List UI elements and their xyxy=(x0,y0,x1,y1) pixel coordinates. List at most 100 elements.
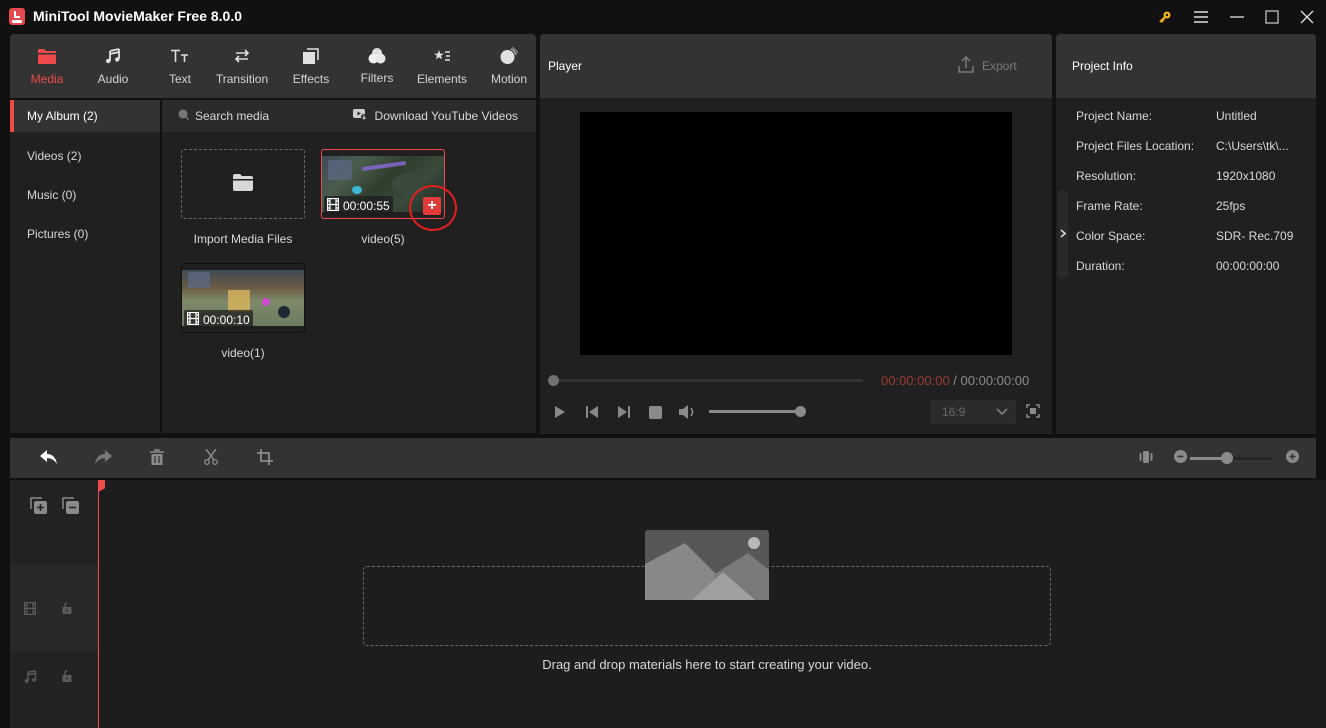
toolbar-tabs: Media Audio Text Transition Effects Filt… xyxy=(10,34,536,98)
import-media-button[interactable] xyxy=(181,149,305,219)
chevron-down-icon xyxy=(996,405,1008,419)
crop-icon xyxy=(257,448,273,468)
key-icon[interactable] xyxy=(1150,4,1180,30)
project-info-header: Project Info xyxy=(1056,34,1316,98)
zoom-slider-handle[interactable] xyxy=(1221,452,1233,464)
trash-icon xyxy=(150,448,164,468)
fit-timeline-button[interactable] xyxy=(1136,449,1156,467)
redo-button[interactable] xyxy=(93,449,113,467)
media-header: Search media Download YouTube Videos xyxy=(162,100,536,132)
tab-effects[interactable]: Effects xyxy=(288,34,334,98)
close-icon[interactable] xyxy=(1292,4,1322,30)
duration-badge: 00:00:10 xyxy=(184,310,253,330)
image-placeholder-icon xyxy=(645,530,769,600)
undo-button[interactable] xyxy=(39,449,59,467)
tab-media[interactable]: Media xyxy=(24,34,70,98)
media-item-name: video(5) xyxy=(361,232,405,246)
tab-filters[interactable]: Filters xyxy=(354,34,400,98)
stop-button[interactable] xyxy=(645,404,665,420)
lock-icon[interactable] xyxy=(62,670,72,685)
duration-badge: 00:00:55 xyxy=(324,196,393,216)
split-button[interactable] xyxy=(201,448,221,467)
volume-icon[interactable] xyxy=(677,404,697,420)
menu-icon[interactable] xyxy=(1186,4,1216,30)
lock-icon[interactable] xyxy=(62,602,72,617)
minimize-icon[interactable] xyxy=(1222,4,1252,30)
export-button[interactable]: Export xyxy=(958,55,1017,76)
search-input[interactable]: Search media xyxy=(178,109,269,123)
previous-frame-button[interactable] xyxy=(582,404,602,420)
aspect-ratio-select[interactable]: 16:9 xyxy=(930,400,1016,424)
maximize-icon[interactable] xyxy=(1257,4,1287,30)
player-header: Player Export xyxy=(540,34,1052,98)
project-info-title: Project Info xyxy=(1072,59,1133,73)
film-icon xyxy=(326,197,340,214)
app-logo-icon xyxy=(9,8,25,25)
zoom-out-button[interactable] xyxy=(1170,449,1190,467)
timeline-toolbar xyxy=(10,438,1316,478)
music-icon xyxy=(105,47,121,65)
highlight-circle-annotation xyxy=(409,185,457,231)
sidebar-item-videos[interactable]: Videos (2) xyxy=(10,140,160,172)
project-info-panel: Project Info Project Name: Untitled Proje… xyxy=(1056,34,1316,434)
transition-icon xyxy=(234,47,250,65)
export-icon xyxy=(958,55,974,76)
fullscreen-icon[interactable] xyxy=(1026,404,1042,420)
delete-button[interactable] xyxy=(147,448,167,468)
next-frame-button[interactable] xyxy=(614,404,634,420)
media-category-sidebar: My Album (2) Videos (2) Music (0) Pictur… xyxy=(10,100,160,433)
filters-icon xyxy=(368,47,386,65)
effects-icon xyxy=(303,47,319,65)
drop-hint-text: Drag and drop materials here to start cr… xyxy=(542,657,872,672)
player-panel: Player Export 00:00:00:00 / 00:00:00:00 … xyxy=(540,34,1052,434)
video-preview-screen[interactable] xyxy=(580,112,1012,355)
folder-icon xyxy=(233,174,253,194)
remove-track-icon xyxy=(62,497,79,517)
search-icon xyxy=(178,109,190,123)
player-title: Player xyxy=(548,59,583,73)
track-headers xyxy=(10,480,98,728)
volume-handle[interactable] xyxy=(795,406,806,417)
redo-icon xyxy=(94,449,112,467)
total-time: 00:00:00:00 xyxy=(960,373,1030,388)
youtube-download-icon xyxy=(352,109,367,123)
remove-track-button[interactable] xyxy=(62,497,79,517)
add-track-button[interactable] xyxy=(30,497,47,517)
crop-button[interactable] xyxy=(255,448,275,468)
fit-icon xyxy=(1139,450,1153,466)
sidebar-item-pictures[interactable]: Pictures (0) xyxy=(10,218,160,250)
title-bar: MiniTool MovieMaker Free 8.0.0 xyxy=(0,0,1326,34)
folder-icon xyxy=(38,47,56,65)
seek-handle[interactable] xyxy=(548,375,559,386)
zoom-out-icon xyxy=(1173,450,1187,466)
media-library: Search media Download YouTube Videos Imp… xyxy=(162,100,536,433)
tab-transition[interactable]: Transition xyxy=(212,34,272,98)
text-icon xyxy=(170,47,190,65)
add-track-icon xyxy=(30,497,47,517)
chevron-right-icon xyxy=(1060,227,1067,241)
playhead[interactable] xyxy=(98,480,99,728)
volume-slider[interactable] xyxy=(709,410,801,413)
tab-audio[interactable]: Audio xyxy=(90,34,136,98)
tab-elements[interactable]: Elements xyxy=(414,34,470,98)
play-button[interactable] xyxy=(550,404,570,420)
motion-icon xyxy=(500,47,518,65)
elements-icon xyxy=(434,47,450,65)
film-icon xyxy=(23,601,37,618)
zoom-in-button[interactable] xyxy=(1282,449,1302,467)
sidebar-item-music[interactable]: Music (0) xyxy=(10,179,160,211)
sidebar-item-my-album[interactable]: My Album (2) xyxy=(10,100,160,132)
undo-icon xyxy=(40,449,58,467)
media-item-video1[interactable]: 00:00:10 xyxy=(181,263,305,333)
seek-bar[interactable] xyxy=(553,379,863,382)
collapse-panel-handle[interactable] xyxy=(1058,190,1068,278)
zoom-in-icon xyxy=(1285,450,1299,466)
media-item-name: video(1) xyxy=(221,346,265,360)
music-icon xyxy=(24,670,37,686)
import-media-label: Import Media Files xyxy=(193,232,293,246)
audio-track-header xyxy=(10,652,98,720)
download-youtube-button[interactable]: Download YouTube Videos xyxy=(352,109,518,123)
app-title: MiniTool MovieMaker Free 8.0.0 xyxy=(33,8,243,24)
tab-text[interactable]: Text xyxy=(160,34,200,98)
tab-motion[interactable]: Motion xyxy=(484,34,534,98)
